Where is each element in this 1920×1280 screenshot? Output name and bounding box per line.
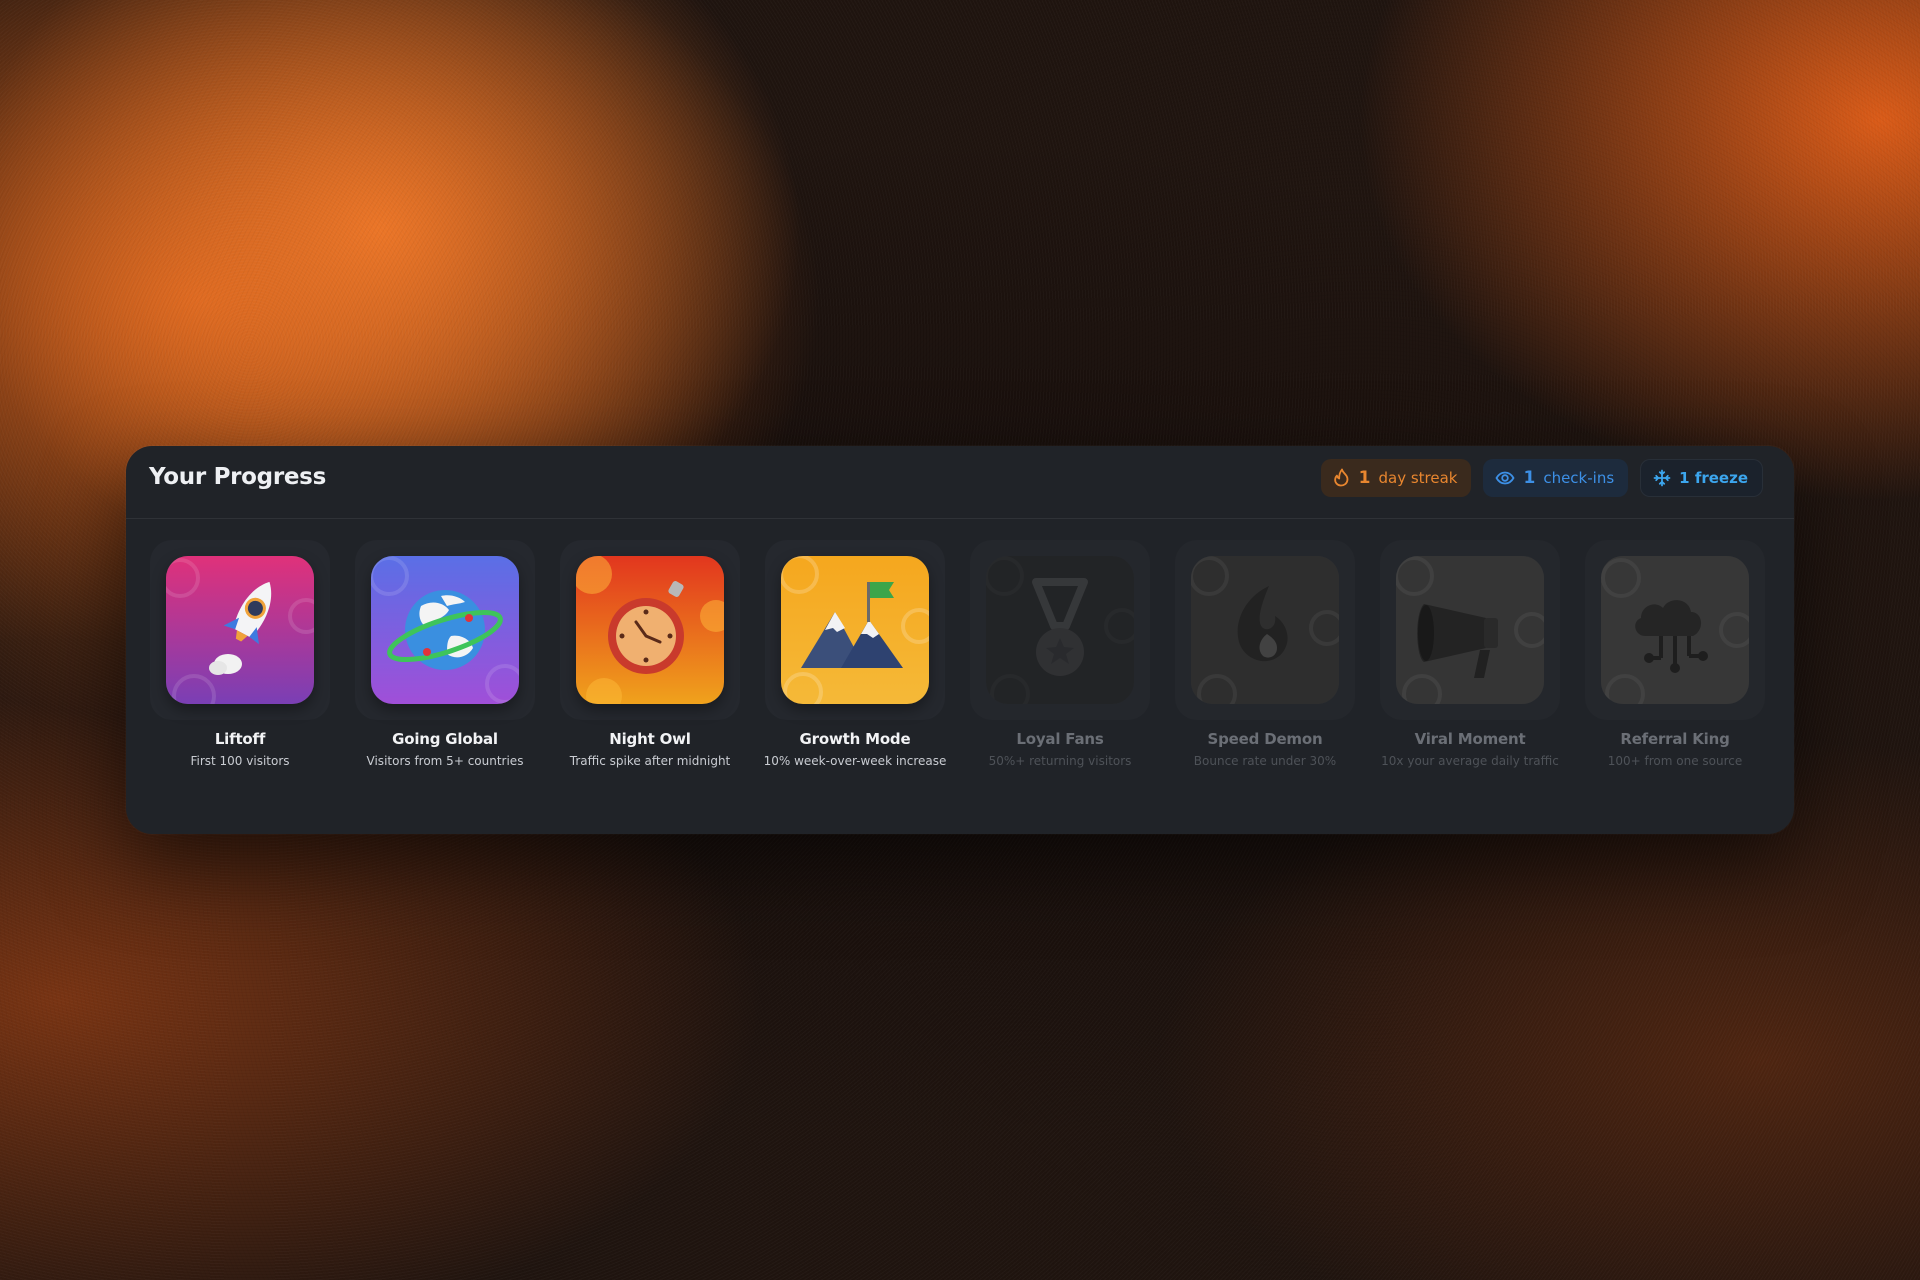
- achievement-tile: [765, 540, 945, 720]
- achievement-name: Growth Mode: [799, 730, 911, 748]
- achievement-desc: 50%+ returning visitors: [988, 754, 1132, 768]
- checkins-count: 1: [1523, 468, 1536, 488]
- globe-icon: [371, 556, 519, 704]
- achievement-viral-moment[interactable]: Viral Moment 10x your average daily traf…: [1378, 540, 1562, 780]
- checkins-badge[interactable]: 1 check-ins: [1483, 459, 1629, 497]
- progress-panel: Your Progress 1 day streak 1 check-ins 1…: [126, 446, 1794, 834]
- stopwatch-icon: [576, 556, 724, 704]
- achievement-tile: [560, 540, 740, 720]
- streak-badge[interactable]: 1 day streak: [1320, 459, 1472, 497]
- achievement-tile: [1175, 540, 1355, 720]
- achievement-tile: [1585, 540, 1765, 720]
- achievement-name: Viral Moment: [1414, 730, 1526, 748]
- achievement-tile: [1380, 540, 1560, 720]
- achievement-name: Loyal Fans: [1016, 730, 1104, 748]
- streak-count: 1: [1358, 468, 1371, 488]
- flame-drop-icon: [1191, 556, 1339, 704]
- achievement-desc: Bounce rate under 30%: [1193, 754, 1337, 768]
- freeze-badge[interactable]: 1 freeze: [1640, 459, 1763, 497]
- achievement-desc: 100+ from one source: [1607, 754, 1743, 768]
- achievement-desc: 10% week-over-week increase: [763, 754, 947, 768]
- achievement-desc: First 100 visitors: [190, 754, 290, 768]
- freeze-label: 1 freeze: [1679, 469, 1748, 487]
- achievement-referral-king[interactable]: Referral King 100+ from one source: [1583, 540, 1767, 780]
- achievement-tile: [150, 540, 330, 720]
- achievement-liftoff[interactable]: Liftoff First 100 visitors: [148, 540, 332, 780]
- achievement-speed-demon[interactable]: Speed Demon Bounce rate under 30%: [1173, 540, 1357, 780]
- achievement-name: Night Owl: [609, 730, 691, 748]
- achievement-name: Going Global: [392, 730, 498, 748]
- checkins-label: check-ins: [1543, 469, 1615, 487]
- mountain-flag-icon: [781, 556, 929, 704]
- megaphone-icon: [1396, 556, 1544, 704]
- flame-icon: [1333, 468, 1351, 488]
- medal-icon: [986, 556, 1134, 704]
- achievement-tile: [970, 540, 1150, 720]
- achievement-growth-mode[interactable]: Growth Mode 10% week-over-week increase: [763, 540, 947, 780]
- achievement-desc: 10x your average daily traffic: [1381, 754, 1559, 768]
- streak-label: day streak: [1378, 469, 1458, 487]
- achievements-row: Liftoff First 100 visitors Going Global …: [148, 540, 1767, 780]
- achievement-name: Speed Demon: [1207, 730, 1323, 748]
- achievement-name: Liftoff: [214, 730, 266, 748]
- achievement-desc: Visitors from 5+ countries: [366, 754, 524, 768]
- achievement-name: Referral King: [1620, 730, 1730, 748]
- achievement-loyal-fans[interactable]: Loyal Fans 50%+ returning visitors: [968, 540, 1152, 780]
- eye-icon: [1495, 470, 1515, 486]
- page-title: Your Progress: [149, 464, 326, 490]
- achievement-night-owl[interactable]: Night Owl Traffic spike after midnight: [558, 540, 742, 780]
- stats-badges: 1 day streak 1 check-ins 1 freeze: [1320, 459, 1763, 497]
- panel-header: Your Progress 1 day streak 1 check-ins 1…: [126, 446, 1794, 519]
- snowflake-icon: [1653, 469, 1671, 487]
- achievement-going-global[interactable]: Going Global Visitors from 5+ countries: [353, 540, 537, 780]
- cloud-network-icon: [1601, 556, 1749, 704]
- achievement-desc: Traffic spike after midnight: [569, 754, 731, 768]
- achievement-tile: [355, 540, 535, 720]
- rocket-icon: [166, 556, 314, 704]
